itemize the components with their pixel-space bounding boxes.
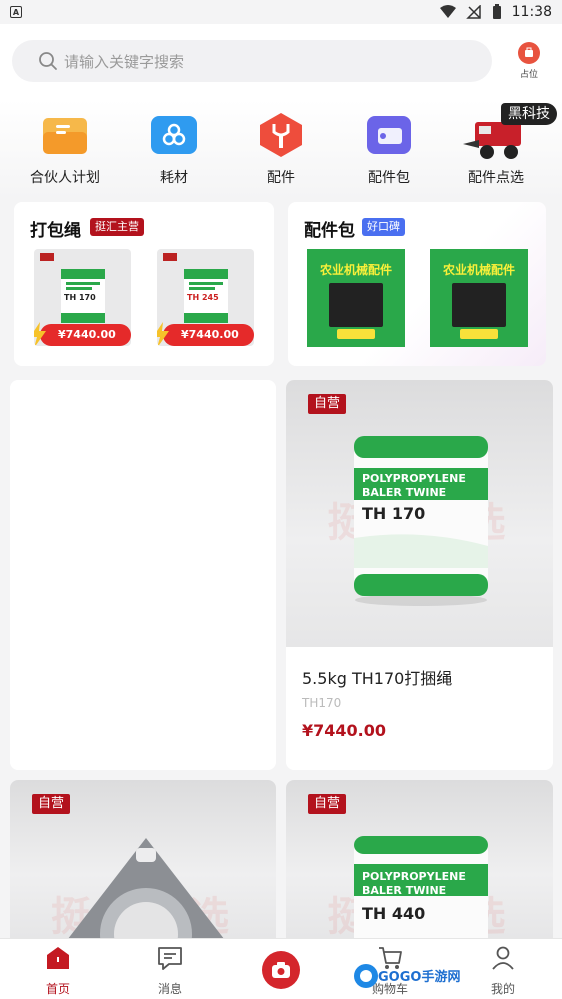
- product-name: 5.5kg TH170打捆绳: [302, 669, 453, 688]
- good-reputation-badge: 好口碑: [362, 218, 405, 236]
- buy-strip: [337, 329, 375, 339]
- wrench-icon: [256, 112, 306, 158]
- partner-icon: [40, 112, 90, 158]
- parts-pack-thumb-2[interactable]: 农业机械配件: [430, 249, 528, 347]
- occupy-button[interactable]: 占位: [512, 42, 546, 80]
- no-signal-icon: [465, 5, 481, 19]
- home-icon: [47, 947, 69, 969]
- twine-card-title: 打包绳: [30, 221, 81, 241]
- black-tech-tag: 黑科技: [501, 103, 557, 125]
- nav-profile[interactable]: 我的: [463, 945, 543, 997]
- header: 请输入关键字搜索 占位: [0, 24, 562, 100]
- twine-model-label: TH 245: [187, 293, 219, 302]
- flange-bearing-image: [68, 838, 224, 938]
- category-label: 配件点选: [468, 170, 524, 186]
- wallet-icon: [364, 112, 414, 158]
- twine-price: ¥7440.00: [40, 324, 131, 346]
- category-parts-pack[interactable]: 配件包: [334, 112, 444, 187]
- notification-a-icon: A: [10, 6, 22, 18]
- twine-feature-card[interactable]: 打包绳 挺汇主营 TH 170 ¥7440.00 TH 245 ¥7440.00: [14, 202, 274, 366]
- self-operated-tag: 自营: [32, 794, 71, 814]
- clock: 11:38: [511, 4, 552, 20]
- twine-model-label: TH 170: [64, 293, 96, 302]
- battery-icon: [492, 4, 501, 19]
- wifi-icon: [439, 5, 456, 18]
- message-icon: [158, 947, 182, 970]
- search-placeholder: 请输入关键字搜索: [64, 52, 185, 71]
- spool-label-1: POLYPROPYLENE: [362, 870, 466, 883]
- occupy-label: 占位: [519, 70, 538, 80]
- status-bar: A 11:38: [0, 0, 562, 24]
- buy-strip: [460, 329, 498, 339]
- camera-icon: [272, 962, 290, 978]
- user-icon: [492, 946, 514, 970]
- category-label: 配件包: [368, 170, 410, 186]
- product-card-empty[interactable]: [10, 380, 276, 770]
- twine-price: ¥7440.00: [163, 324, 254, 346]
- bottom-nav: 首页 消息 购物车 我的: [0, 938, 562, 999]
- category-row: 合伙人计划 耗材 配件 配件包 配件点选: [0, 100, 562, 200]
- placeholder-icon: [518, 42, 540, 64]
- category-parts[interactable]: 配件: [226, 112, 336, 187]
- parts-box-image: [329, 283, 383, 327]
- search-input[interactable]: 请输入关键字搜索: [12, 40, 492, 82]
- parts-pack-banner: 农业机械配件: [442, 263, 515, 277]
- lightning-icon: [34, 322, 46, 346]
- gogo-logo-text: GOGO手游网: [378, 970, 461, 985]
- product-image: 挺汇优选 POLYPROPYLENE BALER TWINE TH 170: [286, 380, 553, 647]
- spool-model: TH 440: [362, 904, 426, 923]
- nav-home[interactable]: 首页: [18, 945, 98, 997]
- product-card-bearing[interactable]: 挺汇优选 自营: [10, 780, 276, 938]
- product-price: ¥7440.00: [302, 721, 387, 740]
- parts-pack-banner: 农业机械配件: [319, 263, 392, 277]
- consumables-icon: [149, 112, 199, 158]
- nav-messages[interactable]: 消息: [130, 945, 210, 997]
- self-operated-tag: [163, 253, 177, 261]
- parts-pack-thumb-1[interactable]: 农业机械配件: [307, 249, 405, 347]
- parts-pack-feature-card[interactable]: 配件包 好口碑 农业机械配件 农业机械配件: [288, 202, 546, 366]
- main-business-badge: 挺汇主营: [90, 218, 144, 236]
- self-operated-tag: 自营: [308, 394, 347, 414]
- gogo-logo-overlay: GOGO手游网: [352, 960, 467, 992]
- twine-thumb-1[interactable]: TH 170 ¥7440.00: [34, 249, 131, 346]
- category-label: 配件: [267, 170, 295, 186]
- category-partner-plan[interactable]: 合伙人计划: [10, 112, 120, 187]
- product-card-th440[interactable]: 挺汇优选 POLYPROPYLENE BALER TWINE TH 440 自营: [286, 780, 553, 938]
- self-operated-tag: [40, 253, 54, 261]
- parts-pack-card-title: 配件包: [304, 221, 355, 241]
- camera-button[interactable]: [262, 951, 300, 989]
- category-label: 合伙人计划: [30, 170, 100, 186]
- spool-model: TH 170: [362, 504, 426, 523]
- product-card-th170[interactable]: 挺汇优选 POLYPROPYLENE BALER TWINE TH 170 自营…: [286, 380, 553, 770]
- self-operated-tag: 自营: [308, 794, 347, 814]
- twine-thumb-2[interactable]: TH 245 ¥7440.00: [157, 249, 254, 346]
- product-code: TH170: [302, 696, 342, 710]
- nav-label: 我的: [490, 982, 515, 996]
- category-label: 耗材: [160, 170, 188, 186]
- lightning-icon: [157, 322, 169, 346]
- nav-label: 首页: [45, 982, 70, 996]
- spool-label-2: BALER TWINE: [362, 884, 447, 897]
- spool-label-2: BALER TWINE: [362, 486, 447, 499]
- search-icon: [39, 52, 57, 70]
- spool-label-1: POLYPROPYLENE: [362, 472, 466, 485]
- nav-label: 消息: [157, 982, 182, 996]
- parts-box-image: [452, 283, 506, 327]
- category-consumables[interactable]: 耗材: [119, 112, 229, 187]
